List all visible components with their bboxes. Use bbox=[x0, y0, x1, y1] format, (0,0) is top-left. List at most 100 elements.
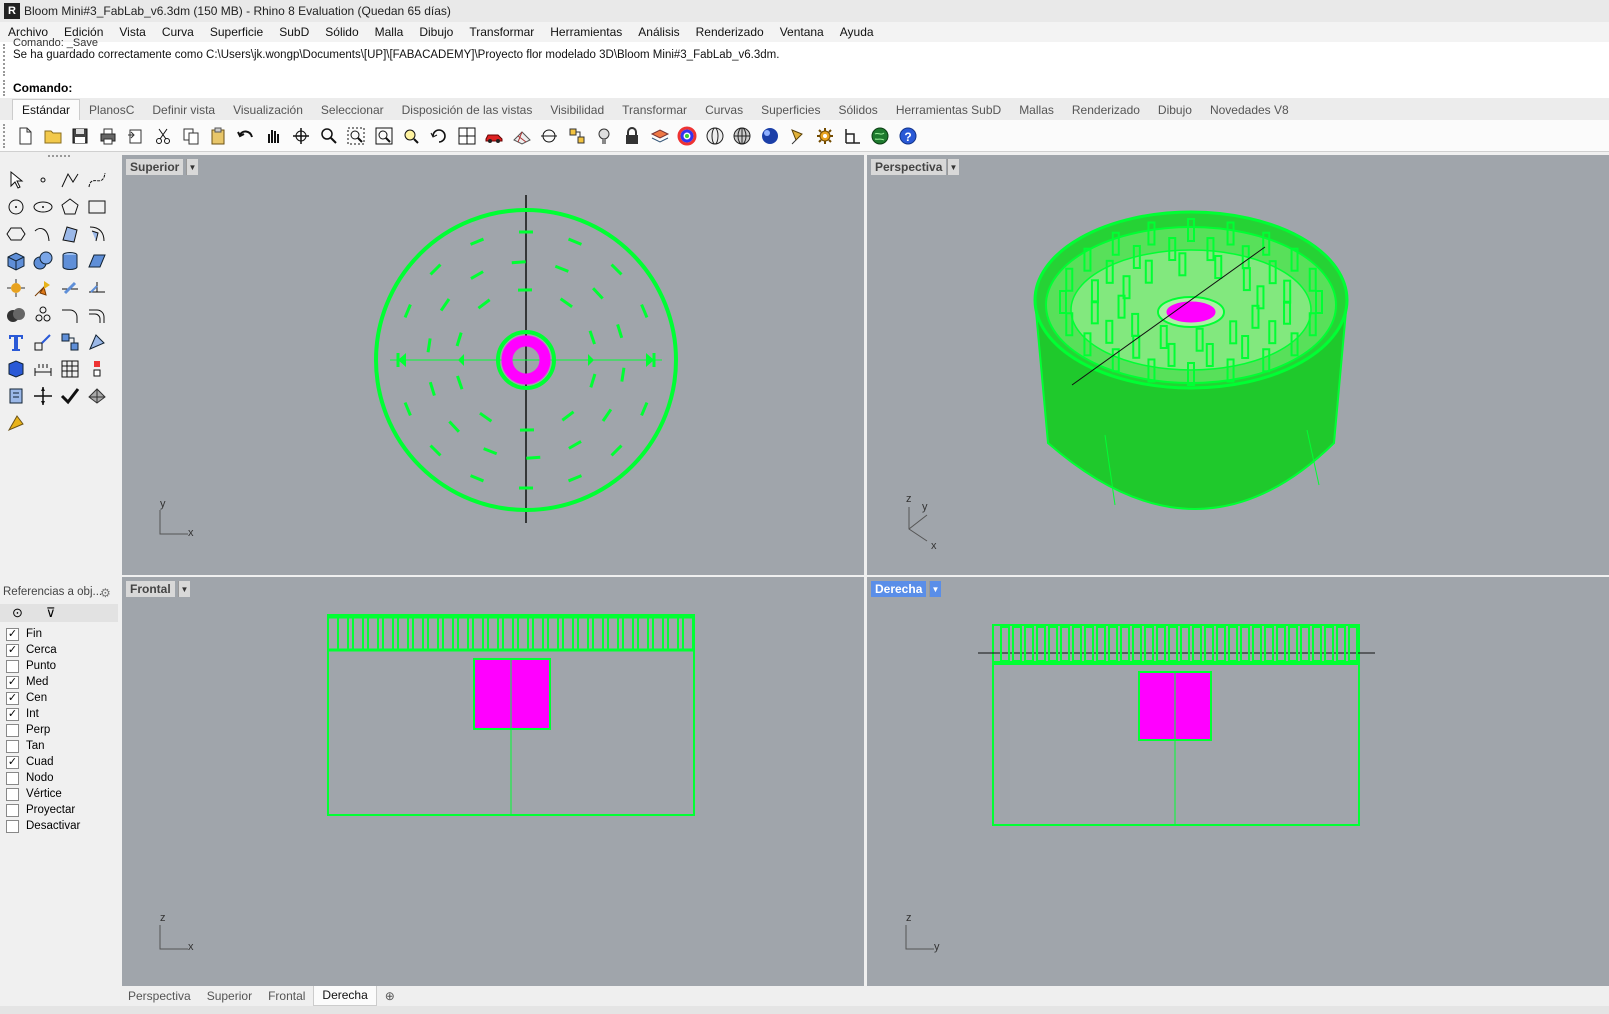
viewport-right[interactable]: Derecha ▼ z y bbox=[867, 577, 1609, 986]
circle-icon[interactable] bbox=[4, 195, 28, 219]
osnap-item-cen[interactable]: ✓ Cen bbox=[6, 690, 47, 706]
cylinder-icon[interactable] bbox=[58, 249, 82, 273]
menu-renderizado[interactable]: Renderizado bbox=[688, 25, 772, 39]
tab-novedades-v8[interactable]: Novedades V8 bbox=[1201, 100, 1298, 120]
osnap-item-desactivar[interactable]: Desactivar bbox=[6, 818, 80, 834]
toolbar-grip[interactable] bbox=[3, 124, 8, 148]
text-icon[interactable] bbox=[4, 330, 28, 354]
menu-vista[interactable]: Vista bbox=[111, 25, 153, 39]
undo-view-icon[interactable] bbox=[428, 125, 450, 147]
checkbox-cen[interactable]: ✓ bbox=[6, 691, 19, 705]
osnap-item-tan[interactable]: Tan bbox=[6, 738, 45, 754]
box-icon[interactable] bbox=[4, 249, 28, 273]
menu-dibujo[interactable]: Dibujo bbox=[411, 25, 461, 39]
point-icon[interactable] bbox=[31, 168, 55, 192]
viewport-perspective[interactable]: Perspectiva ▼ z y x bbox=[867, 155, 1609, 575]
menu-ayuda[interactable]: Ayuda bbox=[832, 25, 882, 39]
tab-planosc[interactable]: PlanosC bbox=[80, 100, 143, 120]
grid-sphere-icon[interactable] bbox=[731, 125, 753, 147]
osnap-item-cuad[interactable]: ✓ Cuad bbox=[6, 754, 54, 770]
settings-gear-icon[interactable]: ⚙ bbox=[100, 586, 111, 600]
menu-analisis[interactable]: Análisis bbox=[630, 25, 687, 39]
checkbox-med[interactable]: ✓ bbox=[6, 675, 19, 689]
checkbox-proyectar[interactable] bbox=[6, 803, 19, 817]
check-icon[interactable] bbox=[58, 384, 82, 408]
viewport-front[interactable]: Frontal ▼ z x bbox=[122, 577, 864, 986]
checkbox-cerca[interactable]: ✓ bbox=[6, 643, 19, 657]
dimension-linear-icon[interactable] bbox=[31, 357, 55, 381]
panel-grip[interactable] bbox=[3, 80, 8, 96]
tab-disposicion-vistas[interactable]: Disposición de las vistas bbox=[393, 100, 542, 120]
osnap-item-cerca[interactable]: ✓ Cerca bbox=[6, 642, 57, 658]
gear-icon[interactable] bbox=[814, 125, 836, 147]
tab-derecha[interactable]: Derecha bbox=[313, 986, 377, 1006]
import-icon[interactable] bbox=[124, 125, 146, 147]
checkbox-cuad[interactable]: ✓ bbox=[6, 755, 19, 769]
menu-curva[interactable]: Curva bbox=[154, 25, 202, 39]
zoom-icon[interactable] bbox=[318, 125, 340, 147]
bend-icon[interactable] bbox=[85, 330, 109, 354]
checkbox-vertice[interactable] bbox=[6, 787, 19, 801]
tab-perspectiva[interactable]: Perspectiva bbox=[120, 989, 199, 1003]
render-tool-icon[interactable] bbox=[4, 411, 28, 435]
checkbox-desactivar[interactable] bbox=[6, 819, 19, 833]
viewport-menu-chevron-icon[interactable]: ▼ bbox=[178, 581, 190, 597]
viewport-label-superior[interactable]: Superior bbox=[126, 159, 184, 175]
save-icon[interactable] bbox=[69, 125, 91, 147]
dimension-icon[interactable] bbox=[842, 125, 864, 147]
osnap-item-punto[interactable]: Punto bbox=[6, 658, 56, 674]
array-icon[interactable] bbox=[58, 330, 82, 354]
revolve-icon[interactable] bbox=[85, 222, 109, 246]
open-icon[interactable] bbox=[42, 125, 64, 147]
tab-renderizado[interactable]: Renderizado bbox=[1063, 100, 1149, 120]
tab-visualizacion[interactable]: Visualización bbox=[224, 100, 312, 120]
menu-ventana[interactable]: Ventana bbox=[772, 25, 832, 39]
arc-icon[interactable] bbox=[31, 222, 55, 246]
wireframe-sphere-icon[interactable] bbox=[704, 125, 726, 147]
viewport-menu-chevron-icon[interactable]: ▼ bbox=[929, 581, 941, 597]
block-icon[interactable] bbox=[85, 357, 109, 381]
tab-definir-vista[interactable]: Definir vista bbox=[143, 100, 224, 120]
zoom-window-icon[interactable] bbox=[345, 125, 367, 147]
extrude-icon[interactable] bbox=[31, 276, 55, 300]
osnap-item-fin[interactable]: ✓ Fin bbox=[6, 626, 42, 642]
add-viewport-icon[interactable]: ⊕ bbox=[377, 989, 403, 1003]
viewport-label-perspectiva[interactable]: Perspectiva bbox=[871, 159, 947, 175]
lock-icon[interactable] bbox=[621, 125, 643, 147]
render-sphere-icon[interactable] bbox=[759, 125, 781, 147]
undo-icon[interactable] bbox=[235, 125, 257, 147]
checkbox-punto[interactable] bbox=[6, 659, 19, 673]
checkbox-nodo[interactable] bbox=[6, 771, 19, 785]
osnap-item-vertice[interactable]: Vértice bbox=[6, 786, 62, 802]
checkbox-tan[interactable] bbox=[6, 739, 19, 753]
tab-seleccionar[interactable]: Seleccionar bbox=[312, 100, 393, 120]
sphere-icon[interactable] bbox=[31, 249, 55, 273]
grid-array-icon[interactable] bbox=[58, 357, 82, 381]
help-icon[interactable]: ? bbox=[897, 125, 919, 147]
menu-solido[interactable]: Sólido bbox=[317, 25, 366, 39]
fillet-icon[interactable] bbox=[58, 303, 82, 327]
car-icon[interactable] bbox=[483, 125, 505, 147]
split-icon[interactable] bbox=[58, 276, 82, 300]
curve-icon[interactable] bbox=[85, 168, 109, 192]
explode-icon[interactable] bbox=[4, 276, 28, 300]
filter-icon[interactable]: ⊽ bbox=[46, 605, 56, 621]
rotate-view-icon[interactable] bbox=[290, 125, 312, 147]
properties-icon[interactable] bbox=[566, 125, 588, 147]
tab-dibujo[interactable]: Dibujo bbox=[1149, 100, 1201, 120]
light-icon[interactable] bbox=[593, 125, 615, 147]
menu-subd[interactable]: SubD bbox=[271, 25, 317, 39]
surface-from-points-icon[interactable] bbox=[58, 222, 82, 246]
tab-visibilidad[interactable]: Visibilidad bbox=[541, 100, 613, 120]
tab-superior[interactable]: Superior bbox=[199, 989, 260, 1003]
osnap-item-nodo[interactable]: Nodo bbox=[6, 770, 54, 786]
paste-icon[interactable] bbox=[207, 125, 229, 147]
layers-icon[interactable] bbox=[649, 125, 671, 147]
copy-icon[interactable] bbox=[180, 125, 202, 147]
checkbox-fin[interactable]: ✓ bbox=[6, 627, 19, 641]
ellipse-icon[interactable] bbox=[31, 195, 55, 219]
mesh-icon[interactable] bbox=[85, 384, 109, 408]
print-icon[interactable] bbox=[97, 125, 119, 147]
pan-icon[interactable] bbox=[262, 125, 284, 147]
menu-transformar[interactable]: Transformar bbox=[461, 25, 542, 39]
